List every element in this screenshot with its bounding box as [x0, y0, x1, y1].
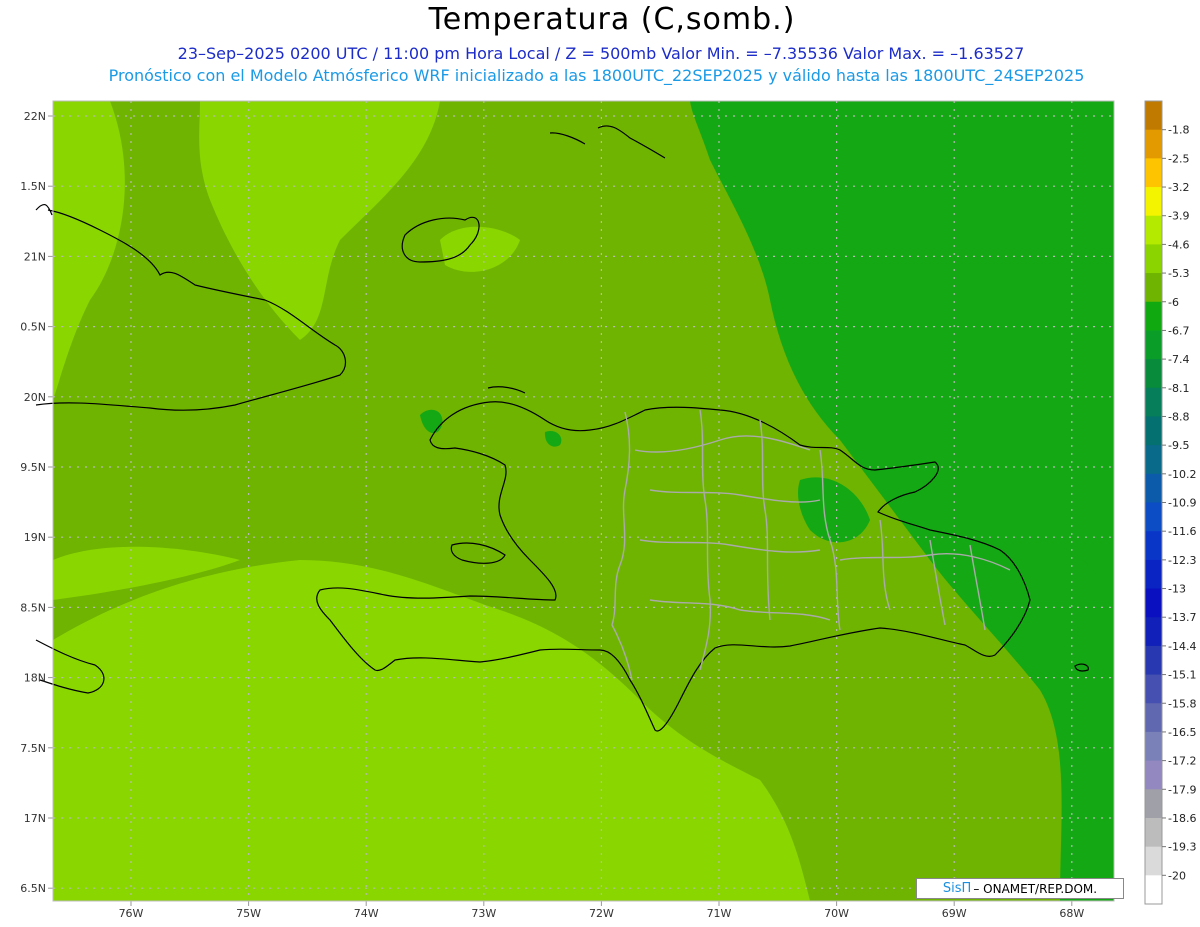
colorbar-label: -13.7: [1168, 611, 1196, 624]
colorbar-label: -3.2: [1168, 181, 1189, 194]
lon-label: 72W: [589, 907, 614, 920]
colorbar-label: -3.9: [1168, 210, 1189, 223]
forecast-map: 76W 75W 74W 73W 72W 71W 70W 69W 68W 22N 1.5N 21N 0.…: [20, 100, 1196, 920]
colorbar-label: -16.5: [1168, 726, 1196, 739]
colorbar-swatch: [1145, 273, 1162, 303]
colorbar-swatch: [1145, 502, 1162, 532]
colorbar: -1.8 -2.5 -3.2 -3.9 -4.6 -5.3 -6 -6.7 -7.4 -8.1 -8…: [1144, 100, 1196, 905]
colorbar-swatch: [1145, 731, 1162, 762]
latitude-labels: 22N 1.5N 21N 0.5N 20N 9.5N 19N 8.5N 18N 7.5N 17N 6.…: [20, 110, 46, 895]
colorbar-swatch: [1145, 588, 1162, 618]
colorbar-label: -15.8: [1168, 697, 1196, 710]
colorbar-label: -12.3: [1168, 554, 1196, 567]
colorbar-label: -11.6: [1168, 525, 1196, 538]
lat-label: 9.5N: [20, 461, 46, 474]
lat-label: 19N: [24, 531, 46, 544]
colorbar-swatch: [1145, 445, 1162, 475]
lat-label: 21N: [24, 250, 46, 263]
lat-label: 17N: [24, 812, 46, 825]
colorbar-label: -7.4: [1168, 353, 1189, 366]
lon-label: 71W: [707, 907, 732, 920]
colorbar-swatch: [1145, 187, 1162, 217]
lat-label: 8.5N: [20, 601, 46, 614]
colorbar-label: -9.5: [1168, 439, 1189, 452]
credit-text: – ONAMET/REP.DOM.: [973, 881, 1098, 896]
colorbar-label: -2.5: [1168, 152, 1189, 165]
lat-label: 7.5N: [20, 742, 46, 755]
colorbar-swatch: [1145, 301, 1162, 331]
credit-brand: SisΠ: [942, 881, 972, 896]
colorbar-swatch: [1145, 789, 1162, 819]
colorbar-swatch: [1145, 531, 1162, 561]
colorbar-label: -6.7: [1168, 324, 1189, 337]
lon-label: 68W: [1059, 907, 1084, 920]
colorbar-label: -15.1: [1168, 669, 1196, 682]
lat-label: 20N: [24, 391, 46, 404]
temperature-field: [53, 101, 1114, 901]
colorbar-swatch: [1145, 703, 1162, 733]
colorbar-swatch: [1145, 359, 1162, 389]
colorbar-swatch: [1145, 158, 1162, 188]
colorbar-swatch: [1145, 244, 1162, 274]
lon-label: 69W: [942, 907, 967, 920]
colorbar-label: -17.2: [1168, 755, 1196, 768]
colorbar-swatch: [1145, 473, 1162, 503]
colorbar-label: -10.2: [1168, 468, 1196, 481]
colorbar-label: -18.6: [1168, 812, 1196, 825]
lat-label: 6.5N: [20, 882, 46, 895]
colorbar-swatch: [1145, 387, 1162, 417]
colorbar-label: -20: [1168, 869, 1186, 882]
colorbar-swatch: [1145, 760, 1162, 790]
colorbar-label: -6: [1168, 296, 1179, 309]
colorbar-swatch: [1145, 215, 1162, 245]
colorbar-swatch: [1145, 617, 1162, 647]
lon-label: 75W: [236, 907, 261, 920]
colorbar-swatch: [1145, 129, 1162, 159]
lon-label: 74W: [354, 907, 379, 920]
colorbar-label: -14.4: [1168, 640, 1196, 653]
colorbar-label: -10.9: [1168, 497, 1196, 510]
lat-label: 22N: [24, 110, 46, 123]
colorbar-label: -19.3: [1168, 841, 1196, 854]
colorbar-label: -5.3: [1168, 267, 1189, 280]
colorbar-swatch: [1145, 846, 1162, 876]
lat-label: 18N: [24, 672, 46, 685]
colorbar-swatch: [1145, 330, 1162, 360]
colorbar-label: -13: [1168, 583, 1186, 596]
colorbar-label: -17.9: [1168, 783, 1196, 796]
colorbar-label: -4.6: [1168, 238, 1189, 251]
colorbar-swatch: [1145, 559, 1162, 590]
longitude-labels: 76W 75W 74W 73W 72W 71W 70W 69W 68W: [119, 907, 1085, 920]
colorbar-swatch: [1145, 416, 1162, 446]
lon-label: 76W: [119, 907, 144, 920]
lon-label: 73W: [471, 907, 496, 920]
lat-label: 1.5N: [20, 180, 46, 193]
lon-label: 70W: [824, 907, 849, 920]
colorbar-swatch: [1145, 101, 1162, 131]
colorbar-label: -1.8: [1168, 124, 1189, 137]
colorbar-swatch: [1145, 674, 1162, 704]
colorbar-label: -8.1: [1168, 382, 1189, 395]
colorbar-swatch: [1145, 875, 1162, 905]
colorbar-swatch: [1145, 645, 1162, 676]
colorbar-swatch: [1145, 817, 1162, 848]
lat-label: 0.5N: [20, 321, 46, 334]
colorbar-label: -8.8: [1168, 410, 1189, 423]
credit-box: SisΠ – ONAMET/REP.DOM.: [916, 878, 1124, 899]
